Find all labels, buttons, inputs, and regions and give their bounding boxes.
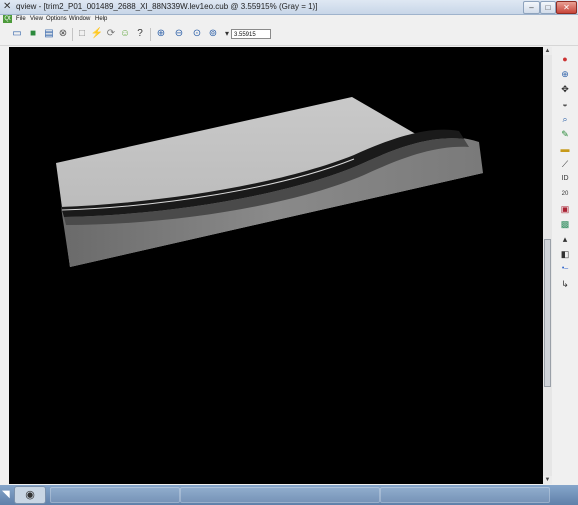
find-tool-icon[interactable]: ⌕ — [559, 113, 571, 125]
zoom-value-input[interactable]: 3.55915 — [231, 29, 271, 39]
save-file-icon[interactable]: ■ — [26, 27, 40, 41]
vertical-scrollbar[interactable]: ▲ ▼ — [543, 47, 552, 484]
link-icon[interactable]: ⚡ — [90, 27, 104, 41]
taskbar-slot[interactable] — [380, 487, 550, 503]
zoom-fit-icon[interactable]: ⊚ — [206, 27, 220, 41]
close-button[interactable]: ✕ — [556, 1, 577, 14]
minimize-button[interactable]: – — [523, 1, 540, 14]
open-file-icon[interactable]: ▭ — [10, 27, 24, 41]
maximize-button[interactable]: □ — [540, 1, 556, 14]
cube-image — [56, 97, 483, 267]
window-title: qview - [trim2_P01_001489_2688_XI_88N339… — [16, 2, 318, 11]
main-toolbar: ▭ ■ ▤ ⊗ □ ⚡ ⟳ ☺ ? ⊕ ⊖ ⊙ ⊚ ▾ 3.55915 — [0, 25, 578, 46]
print-icon[interactable]: ▤ — [42, 27, 56, 41]
find-icon[interactable]: ☺ — [118, 27, 132, 41]
menu-window[interactable]: Window — [69, 15, 90, 24]
scroll-down-arrow[interactable]: ▼ — [543, 476, 552, 484]
menu-help[interactable]: Help — [95, 15, 107, 24]
tool-palette: ● ⊕ ✥ ◒ ⌕ ✎ ▬ ⟋ ID 20 ▣ ▩ ▴ ◧ •– ↳ — [555, 47, 578, 484]
pin-icon[interactable]: ⟳ — [104, 27, 118, 41]
zoom-out-icon[interactable]: ⊖ — [172, 27, 186, 41]
close-file-icon[interactable]: ⊗ — [56, 27, 70, 41]
histogram-tool-icon[interactable]: ▴ — [559, 233, 571, 245]
contrast-tool-icon[interactable]: ◧ — [559, 248, 571, 260]
toolbar-separator — [72, 28, 73, 41]
stretch-tool-icon[interactable]: 20 — [559, 188, 571, 200]
zoom-actual-icon[interactable]: ⊙ — [190, 27, 204, 41]
stereo-tool-icon[interactable]: •– — [559, 263, 571, 275]
qview-task-icon: ◉ — [25, 489, 35, 501]
color-tool-icon[interactable]: ● — [559, 53, 571, 65]
feature-id-tool-icon[interactable]: ID — [559, 173, 571, 185]
start-button[interactable]: ◥ — [2, 487, 14, 503]
taskbar-slot[interactable] — [180, 487, 380, 503]
spectral-plot-tool-icon[interactable]: ▣ — [559, 203, 571, 215]
scroll-thumb[interactable] — [544, 239, 551, 387]
blank-window-icon[interactable]: □ — [75, 27, 89, 41]
menu-file[interactable]: File — [16, 15, 26, 24]
toolbar-separator — [150, 28, 151, 41]
taskbar: ◥ ◉ — [0, 485, 578, 505]
qview-window: ✕ qview - [trim2_P01_001489_2688_XI_88N3… — [0, 0, 578, 485]
help-whats-this-icon[interactable]: ? — [133, 27, 147, 41]
qview-task-button[interactable]: ◉ — [14, 486, 46, 504]
pan-tool-icon[interactable]: ✥ — [559, 83, 571, 95]
plot-tool-icon[interactable]: ↳ — [559, 278, 571, 290]
mosaic-tool-icon[interactable]: ▩ — [559, 218, 571, 230]
menu-bar: Qt File View Options Window Help — [0, 15, 578, 24]
qview-app-icon: ✕ — [3, 1, 12, 12]
zoom-in-icon[interactable]: ⊕ — [154, 27, 168, 41]
menu-view[interactable]: View — [30, 15, 43, 24]
measure-tool-icon[interactable]: ▬ — [559, 143, 571, 155]
title-bar[interactable]: ✕ qview - [trim2_P01_001489_2688_XI_88N3… — [0, 0, 578, 15]
cube-viewport[interactable] — [9, 47, 543, 484]
menu-options[interactable]: Options — [46, 15, 67, 24]
blink-tool-icon[interactable]: ◒ — [559, 98, 571, 110]
taskbar-slot[interactable] — [50, 487, 180, 503]
profile-tool-icon[interactable]: ⟋ — [559, 158, 571, 170]
scroll-up-arrow[interactable]: ▲ — [543, 47, 552, 55]
qt-icon: Qt — [3, 15, 12, 23]
edit-tool-icon[interactable]: ✎ — [559, 128, 571, 140]
zoom-tool-icon[interactable]: ⊕ — [559, 68, 571, 80]
